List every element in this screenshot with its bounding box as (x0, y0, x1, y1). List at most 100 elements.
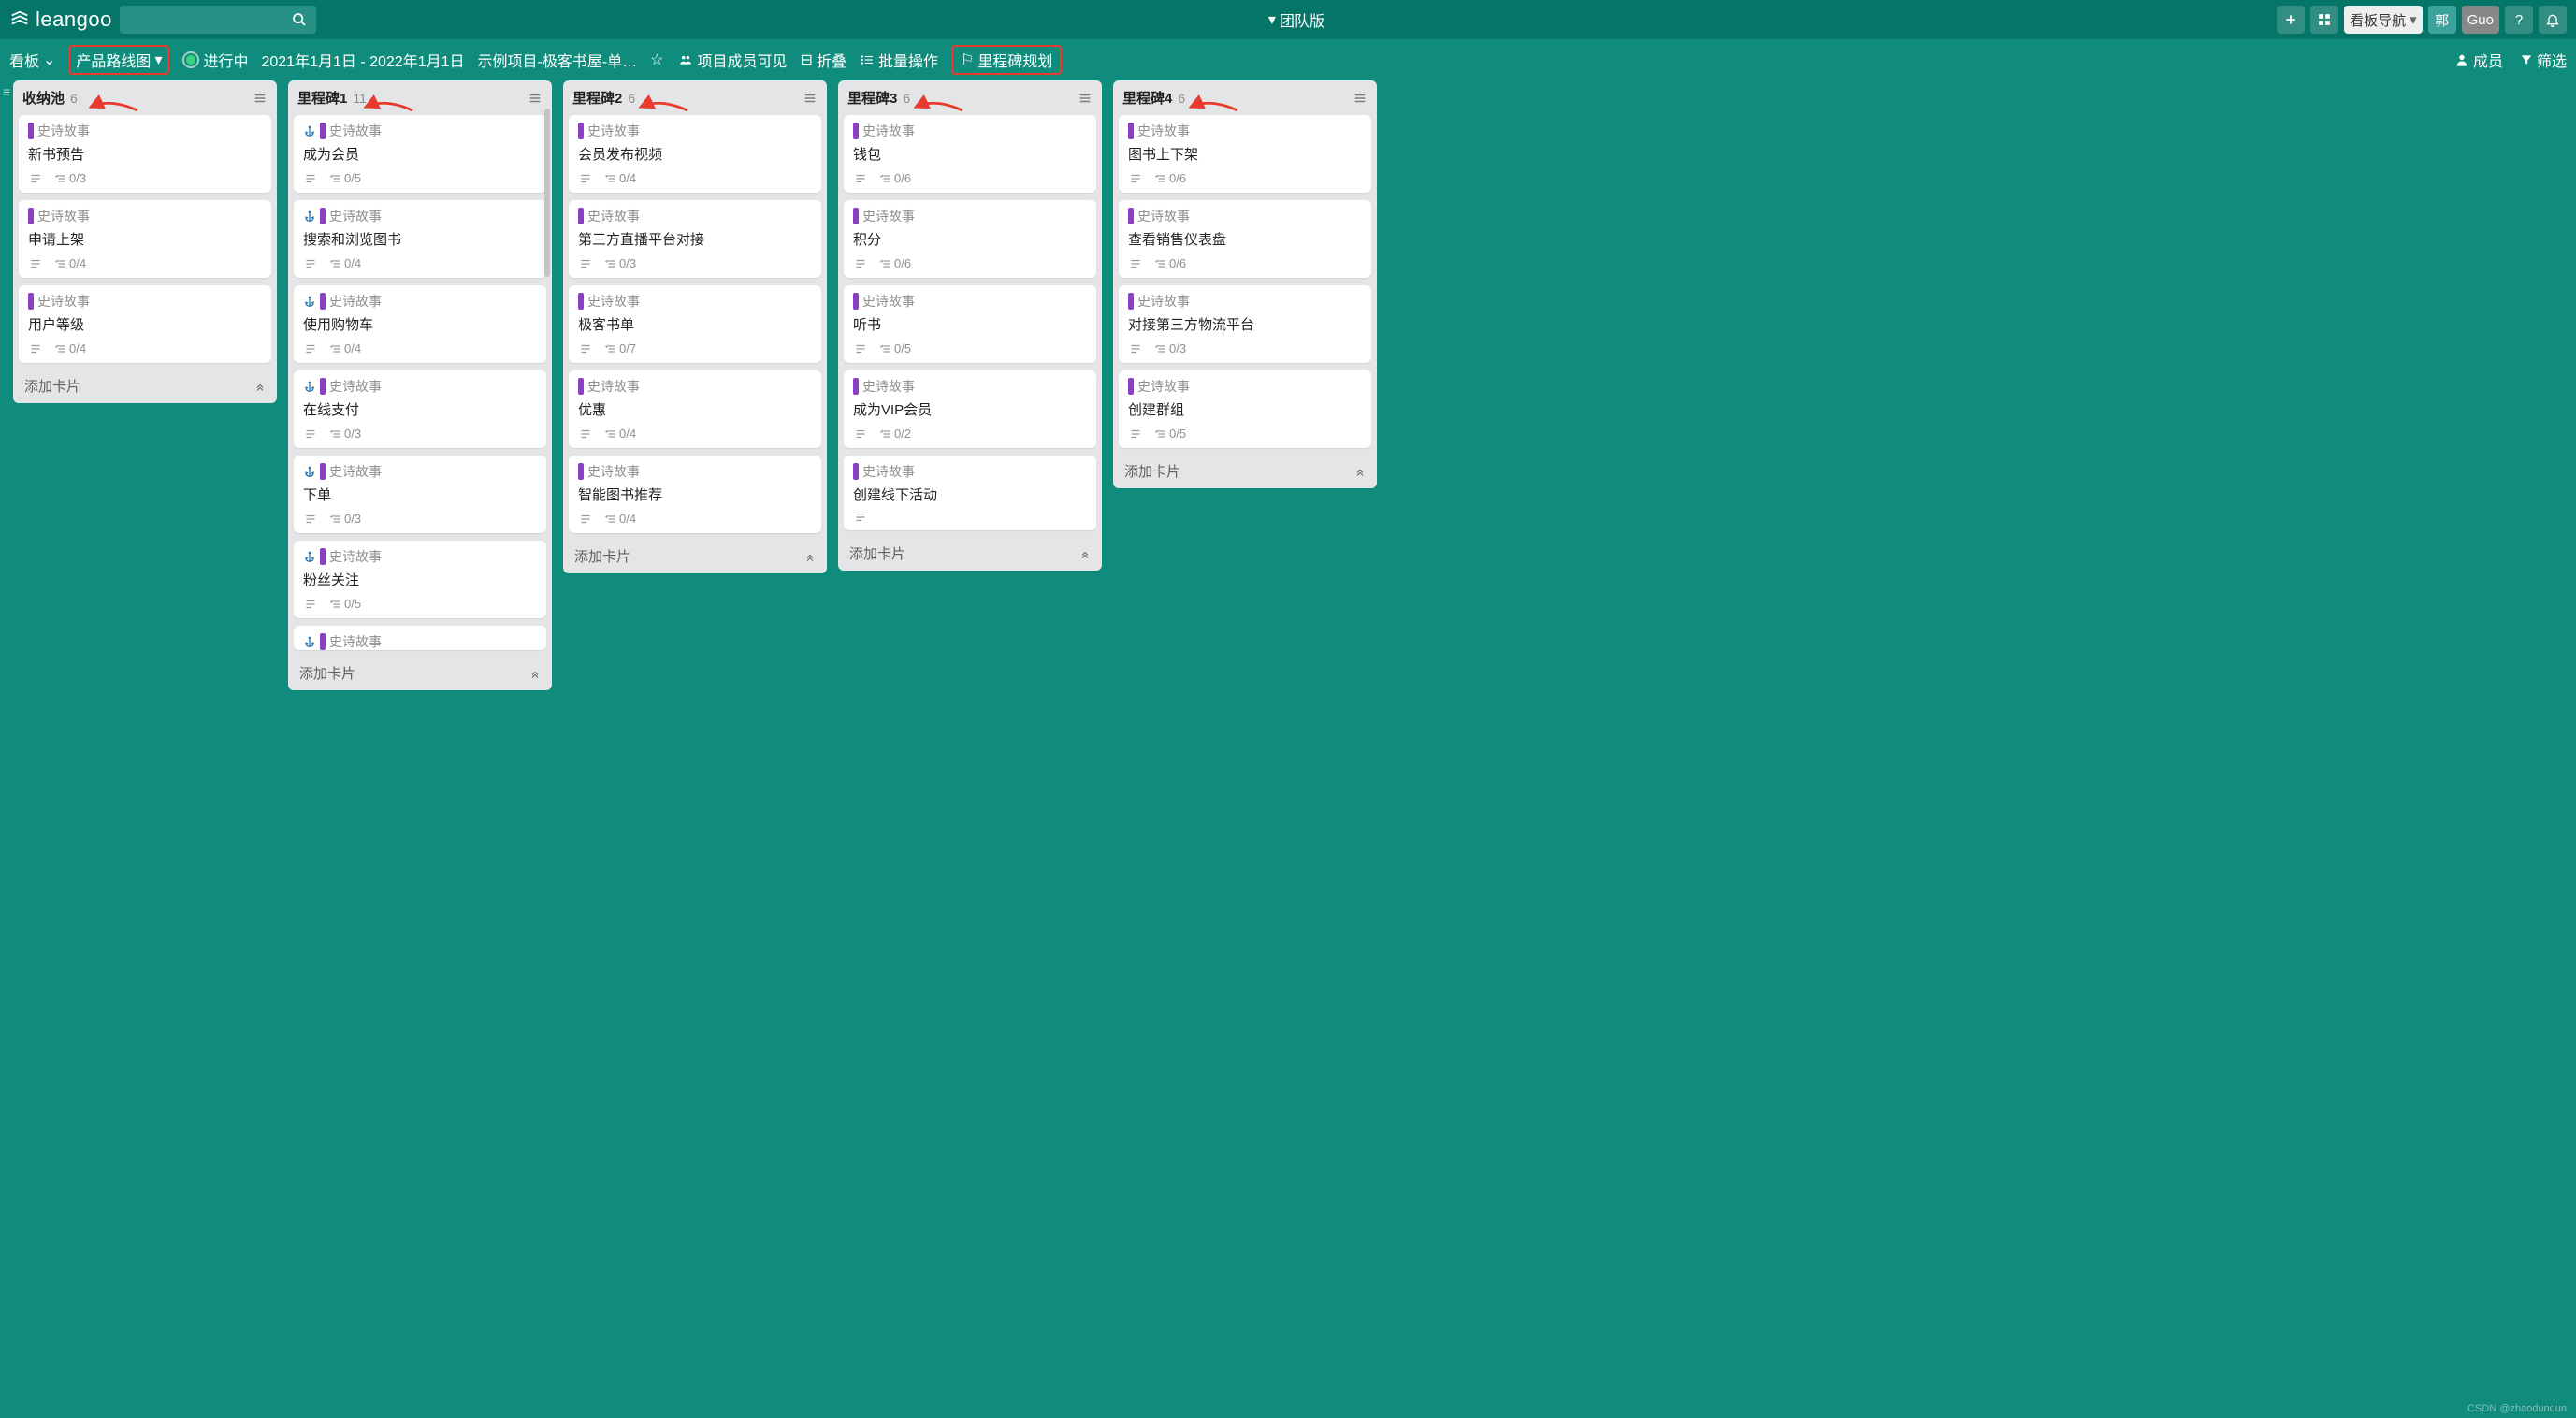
user-badge-short[interactable]: 郭 (2428, 6, 2456, 34)
card[interactable]: 史诗故事极客书单0/7 (569, 285, 821, 363)
column: 里程碑111史诗故事成为会员0/5史诗故事搜索和浏览图书0/4史诗故事使用购物车… (288, 80, 552, 690)
card[interactable]: 史诗故事听书0/5 (844, 285, 1096, 363)
description-icon (578, 173, 593, 184)
notifications-button[interactable] (2539, 6, 2567, 34)
batch-button[interactable]: 批量操作 (860, 49, 938, 71)
column-header[interactable]: 里程碑26 (563, 80, 827, 115)
add-card-button[interactable]: 添加卡片 (563, 539, 827, 573)
add-button[interactable] (2277, 6, 2305, 34)
card-meta: 0/3 (303, 512, 537, 526)
date-range[interactable]: 2021年1月1日 - 2022年1月1日 (261, 49, 464, 71)
add-card-button[interactable]: 添加卡片 (838, 536, 1102, 571)
members-button[interactable]: 成员 (2454, 49, 2503, 71)
checklist-count: 0/3 (604, 256, 636, 270)
help-button[interactable]: ? (2505, 6, 2533, 34)
card[interactable]: 史诗故事优惠0/4 (569, 370, 821, 448)
description-icon (303, 173, 318, 184)
roadmap-dropdown[interactable]: 产品路线图 ▾ (68, 45, 169, 75)
epic-label-text: 史诗故事 (329, 207, 382, 225)
column-count: 6 (903, 91, 910, 106)
card[interactable]: 史诗故事创建群组0/5 (1119, 370, 1371, 448)
card-tag-row: 史诗故事 (28, 207, 262, 225)
card[interactable]: 史诗故事对接第三方物流平台0/3 (1119, 285, 1371, 363)
visibility-item[interactable]: 项目成员可见 (677, 49, 788, 71)
epic-label-bar (578, 123, 584, 139)
card-title: 粉丝关注 (303, 570, 537, 589)
search-icon (292, 12, 307, 27)
card[interactable]: 史诗故事图书上下架0/6 (1119, 115, 1371, 193)
description-icon (28, 343, 43, 354)
card-title: 使用购物车 (303, 314, 537, 334)
card-tag-row: 史诗故事 (303, 207, 537, 225)
epic-label-bar (28, 293, 34, 310)
column-menu-icon[interactable] (803, 92, 818, 105)
search-input[interactable] (120, 6, 316, 34)
card-title: 第三方直播平台对接 (578, 229, 812, 249)
add-card-button[interactable]: 添加卡片 (1113, 454, 1377, 488)
epic-label-text: 史诗故事 (587, 462, 640, 481)
add-card-label: 添加卡片 (849, 543, 905, 563)
user-badge-name[interactable]: Guo (2462, 6, 2499, 34)
column-header[interactable]: 里程碑36 (838, 80, 1102, 115)
topbar-right: 看板导航 ▾ 郭 Guo ? (2277, 6, 2567, 34)
status-item[interactable]: 进行中 (182, 49, 248, 71)
epic-label-bar (578, 378, 584, 395)
board-nav-button[interactable]: 看板导航 ▾ (2344, 6, 2423, 34)
card[interactable]: 史诗故事成为VIP会员0/2 (844, 370, 1096, 448)
filter-button[interactable]: 筛选 (2520, 49, 2567, 71)
card[interactable]: 史诗故事使用购物车0/4 (294, 285, 546, 363)
card[interactable]: 史诗故事智能图书推荐0/4 (569, 456, 821, 533)
card-title: 新书预告 (28, 144, 262, 164)
card[interactable]: 史诗故事在线支付0/3 (294, 370, 546, 448)
column-menu-icon[interactable] (528, 92, 543, 105)
column-menu-icon[interactable] (1353, 92, 1368, 105)
milestone-plan-button[interactable]: ⚐ 里程碑规划 (951, 45, 1062, 75)
epic-label-bar (1128, 293, 1134, 310)
card[interactable]: 史诗故事积分0/6 (844, 200, 1096, 278)
card[interactable]: 史诗故事申请上架0/4 (19, 200, 271, 278)
column-header[interactable]: 里程碑111 (288, 80, 552, 115)
description-icon (303, 514, 318, 525)
card[interactable]: 史诗故事搜索和浏览图书0/4 (294, 200, 546, 278)
card[interactable]: 史诗故事查看销售仪表盘0/6 (1119, 200, 1371, 278)
checklist-count: 0/3 (1154, 341, 1186, 355)
subbar: 看板 ⌄ 产品路线图 ▾ 进行中 2021年1月1日 - 2022年1月1日 示… (0, 39, 2576, 80)
board-select[interactable]: 看板 ⌄ (9, 49, 55, 71)
epic-label-text: 史诗故事 (587, 292, 640, 311)
grid-button[interactable] (2310, 6, 2338, 34)
subbar-right: 成员 筛选 (2454, 49, 2567, 71)
card[interactable]: 史诗故事创建线下活动 (844, 456, 1096, 530)
card[interactable]: 史诗故事 (294, 626, 546, 650)
add-card-button[interactable]: 添加卡片 (288, 656, 552, 690)
checklist-count: 0/4 (604, 171, 636, 185)
column-menu-icon[interactable] (253, 92, 268, 105)
card-title: 查看销售仪表盘 (1128, 229, 1362, 249)
card[interactable]: 史诗故事新书预告0/3 (19, 115, 271, 193)
logo[interactable]: leangoo (9, 7, 112, 32)
column-menu-icon[interactable] (1078, 92, 1093, 105)
column-header[interactable]: 收纳池6 (13, 80, 277, 115)
card[interactable]: 史诗故事粉丝关注0/5 (294, 541, 546, 618)
card[interactable]: 史诗故事成为会员0/5 (294, 115, 546, 193)
add-card-button[interactable]: 添加卡片 (13, 369, 277, 403)
scrollbar[interactable] (544, 109, 550, 277)
card[interactable]: 史诗故事用户等级0/4 (19, 285, 271, 363)
card[interactable]: 史诗故事第三方直播平台对接0/3 (569, 200, 821, 278)
epic-label-text: 史诗故事 (37, 207, 90, 225)
card-meta: 0/7 (578, 341, 812, 355)
epic-label-bar (578, 293, 584, 310)
left-panel-toggle[interactable]: ≡ (0, 80, 13, 103)
collapse-button[interactable]: ⊟ 折叠 (801, 49, 847, 71)
epic-label-text: 史诗故事 (329, 292, 382, 311)
card-meta: 0/2 (853, 427, 1087, 441)
card-meta: 0/6 (853, 171, 1087, 185)
epic-label-bar (320, 378, 326, 395)
card[interactable]: 史诗故事会员发布视频0/4 (569, 115, 821, 193)
card[interactable]: 史诗故事钱包0/6 (844, 115, 1096, 193)
star-button[interactable]: ☆ (650, 51, 663, 69)
card-title: 对接第三方物流平台 (1128, 314, 1362, 334)
card[interactable]: 史诗故事下单0/3 (294, 456, 546, 533)
team-dropdown[interactable]: ▾ 团队版 (1268, 8, 1324, 31)
column-header[interactable]: 里程碑46 (1113, 80, 1377, 115)
project-name[interactable]: 示例项目-极客书屋-单… (478, 49, 638, 71)
